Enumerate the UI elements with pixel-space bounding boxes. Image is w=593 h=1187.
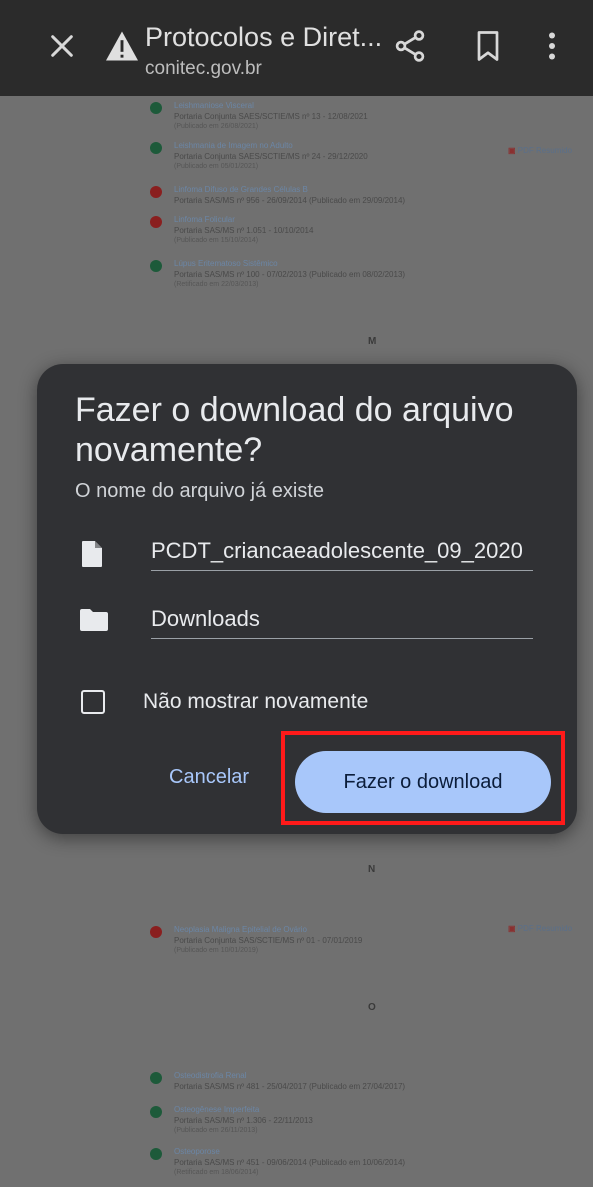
browser-top-bar: Protocolos e Diret... conitec.gov.br (0, 0, 593, 96)
entry-portaria: Portaria SAS/MS nº 100 - 07/02/2013 (Pub… (174, 270, 406, 279)
entry-title[interactable]: Osteodistrofia Renal (174, 1070, 405, 1081)
bookmark-icon[interactable] (470, 28, 506, 64)
entry-published: (Publicado em 15/10/2014) (174, 237, 259, 244)
entry-title[interactable]: Neoplasia Maligna Epitelial de Ovário (174, 924, 362, 935)
entry-portaria: Portaria Conjunta SAES/SCTIE/MS nº 24 - … (174, 152, 368, 161)
entry-portaria: Portaria Conjunta SAS/SCTIE/MS nº 01 - 0… (174, 936, 363, 945)
page-url[interactable]: conitec.gov.br (145, 58, 262, 80)
status-dot (150, 102, 162, 114)
section-letter-m: M (368, 336, 377, 347)
entry-title[interactable]: Leishmaniose Visceral (174, 100, 368, 111)
warning-icon[interactable] (104, 30, 140, 62)
folder-icon (80, 609, 108, 631)
entry-published: (Publicado em 26/11/2013) (174, 1127, 258, 1134)
section-letter-o: O (368, 1002, 376, 1013)
page-title[interactable]: Protocolos e Diret... (145, 22, 382, 53)
pdf-summary-link[interactable]: ▣ PDF Resumido (508, 146, 572, 155)
close-icon[interactable] (46, 30, 78, 62)
folder-field[interactable]: Downloads (151, 606, 533, 639)
entry-title[interactable]: Osteoporose (174, 1146, 405, 1157)
status-dot (150, 186, 162, 198)
dont-show-again-checkbox[interactable] (81, 690, 105, 714)
entry-published: (Publicado em 05/01/2021) (174, 163, 259, 170)
entry-portaria: Portaria SAS/MS nº 1.306 - 22/11/2013 (174, 1116, 313, 1125)
dialog-subtitle: O nome do arquivo já existe (75, 480, 325, 502)
entry-title[interactable]: Lúpus Eritematoso Sistêmico (174, 258, 405, 269)
status-dot (150, 1106, 162, 1118)
entry-title[interactable]: Linfoma Difuso de Grandes Células B (174, 184, 405, 195)
entry-title[interactable]: Linfoma Folicular (174, 214, 313, 225)
entry-title[interactable]: Osteogênese Imperfeita (174, 1104, 313, 1115)
status-dot (150, 216, 162, 228)
filename-field[interactable]: PCDT_criancaeadolescente_09_2020 (151, 538, 533, 571)
entry-published: (Retificado em 22/03/2013) (174, 281, 259, 288)
dont-show-again-label[interactable]: Não mostrar novamente (143, 690, 368, 714)
share-icon[interactable] (392, 28, 428, 64)
entry-published: (Publicado em 26/08/2021) (174, 123, 259, 130)
cancel-button[interactable]: Cancelar (169, 766, 249, 789)
section-letter-n: N (368, 864, 376, 875)
status-dot (150, 260, 162, 272)
entry-portaria: Portaria SAS/MS nº 481 - 25/04/2017 (Pub… (174, 1082, 406, 1091)
entry-portaria: Portaria Conjunta SAES/SCTIE/MS nº 13 - … (174, 112, 368, 121)
status-dot (150, 1148, 162, 1160)
entry-portaria: Portaria SAS/MS nº 451 - 09/06/2014 (Pub… (174, 1158, 406, 1167)
entry-title[interactable]: Leishmania de Imagem no Adulto (174, 140, 368, 151)
pdf-summary-link[interactable]: ▣ PDF Resumido (508, 924, 572, 933)
file-icon (82, 541, 102, 567)
status-dot (150, 1072, 162, 1084)
status-dot (150, 142, 162, 154)
entry-published: (Retificado em 18/06/2014) (174, 1169, 259, 1176)
status-dot (150, 926, 162, 938)
entry-portaria: Portaria SAS/MS nº 1.051 - 10/10/2014 (174, 226, 314, 235)
dialog-title: Fazer o download do arquivo novamente? (75, 391, 514, 469)
entry-portaria: Portaria SAS/MS nº 956 - 26/09/2014 (Pub… (174, 196, 406, 205)
more-vert-icon[interactable] (540, 28, 564, 64)
highlight-box (281, 731, 565, 825)
entry-published: (Publicado em 10/01/2019) (174, 947, 259, 954)
